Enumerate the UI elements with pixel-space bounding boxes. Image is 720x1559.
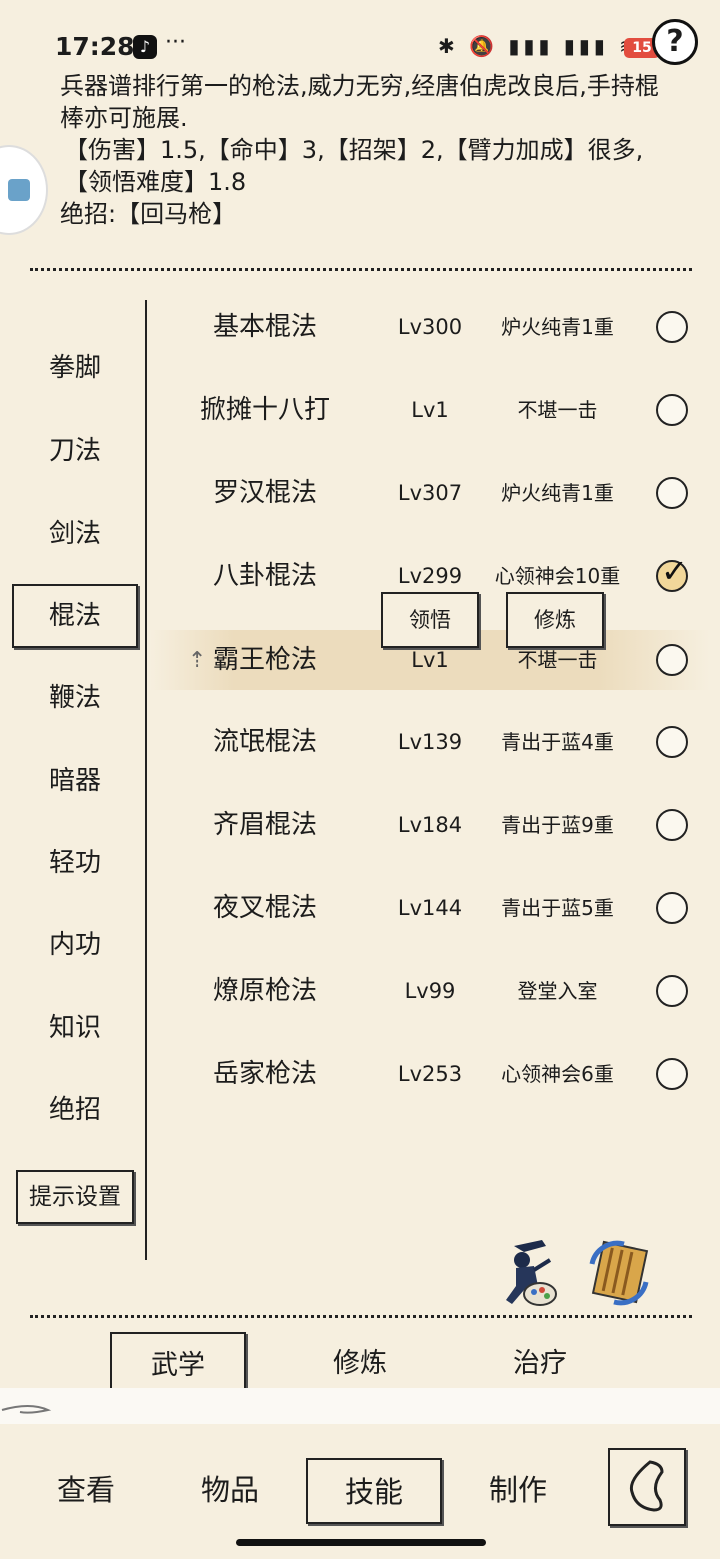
skill-rank: 登堂入室	[517, 979, 598, 1003]
skill-row[interactable]: 基本棍法 Lv300 炉火纯青1重	[150, 297, 710, 357]
skill-checkbox-checked[interactable]	[656, 552, 688, 592]
skill-row[interactable]: 罗汉棍法 Lv307 炉火纯青1重	[150, 463, 710, 523]
status-more-icon: ···	[165, 30, 186, 55]
category-bianfa[interactable]: 鞭法	[20, 668, 130, 728]
skill-name: 夜叉棍法	[212, 893, 317, 923]
skill-checkbox[interactable]	[656, 394, 688, 426]
skill-name: 流氓棍法	[212, 727, 317, 757]
skill-rank: 不堪一击	[517, 398, 598, 422]
skill-name: 燎原枪法	[212, 976, 317, 1006]
app-icon	[8, 179, 30, 201]
subtab-practice[interactable]: 修炼	[292, 1332, 428, 1396]
back-arrow-icon	[629, 1460, 664, 1512]
home-indicator[interactable]	[236, 1539, 486, 1546]
skill-rank: 炉火纯青1重	[501, 481, 614, 505]
subtab-heal[interactable]: 治疗	[472, 1332, 608, 1396]
brush-stroke-decoration	[1, 1405, 52, 1414]
ninja-palette-icon[interactable]	[494, 1238, 560, 1308]
skill-checkbox[interactable]	[656, 726, 688, 758]
skill-level: Lv144	[397, 896, 463, 920]
category-quanjiao[interactable]: 拳脚	[20, 338, 130, 398]
skill-level: Lv300	[397, 315, 463, 339]
category-juezhao[interactable]: 绝招	[20, 1080, 130, 1140]
help-button[interactable]: ?	[652, 19, 698, 65]
skill-checkbox[interactable]	[656, 644, 688, 676]
divider	[30, 268, 692, 271]
skill-name: 基本棍法	[212, 312, 317, 342]
skill-rank: 青出于蓝5重	[501, 896, 614, 920]
skill-name: 罗汉棍法	[212, 478, 317, 508]
tiktok-icon: ♪	[133, 35, 157, 59]
skill-row[interactable]: 掀摊十八打 Lv1 不堪一击	[150, 380, 710, 440]
skill-rank: 青出于蓝9重	[501, 813, 614, 837]
skill-name: 掀摊十八打	[199, 395, 330, 425]
skill-checkbox[interactable]	[656, 892, 688, 924]
skill-level: Lv307	[397, 481, 463, 505]
category-daofa[interactable]: 刀法	[20, 421, 130, 481]
status-time: 17:28	[55, 32, 135, 61]
skill-rank: 炉火纯青1重	[501, 315, 614, 339]
category-qinggong[interactable]: 轻功	[20, 833, 130, 893]
skill-row[interactable]: 燎原枪法 Lv99 登堂入室	[150, 961, 710, 1021]
book-swap-icon[interactable]	[584, 1238, 654, 1308]
skill-checkbox[interactable]	[656, 311, 688, 343]
category-gunfa[interactable]: 棍法	[12, 584, 138, 648]
skill-checkbox[interactable]	[656, 975, 688, 1007]
skill-level: Lv99	[404, 979, 456, 1003]
skill-rank: 心领神会6重	[501, 1062, 614, 1086]
nav-view[interactable]: 查看	[18, 1458, 154, 1524]
divider-strip	[0, 1388, 720, 1424]
floating-app-bubble[interactable]	[0, 145, 48, 235]
skill-rank: 青出于蓝4重	[501, 730, 614, 754]
description-stats: 【伤害】1.5,【命中】3,【招架】2,【臂力加成】很多,【领悟难度】1.8	[64, 136, 644, 196]
status-icons: ✱ 🔕 ▮▮▮ ▮▮▮ ≋	[438, 34, 640, 58]
skill-row[interactable]: 流氓棍法 Lv139 青出于蓝4重	[150, 712, 710, 772]
nav-items[interactable]: 物品	[162, 1458, 298, 1524]
skill-row[interactable]: 岳家枪法 Lv253 心领神会6重	[150, 1044, 710, 1104]
category-jianfa[interactable]: 剑法	[20, 504, 130, 564]
nav-craft[interactable]: 制作	[450, 1458, 586, 1524]
skill-row[interactable]: 夜叉棍法 Lv144 青出于蓝5重	[150, 878, 710, 938]
skill-description: 兵器谱排行第一的枪法,威力无穷,经唐伯虎改良后,手持棍棒亦可施展. 【伤害】1.…	[60, 70, 680, 230]
category-zhishi[interactable]: 知识	[20, 998, 130, 1058]
nav-skills[interactable]: 技能	[306, 1458, 442, 1524]
skill-row[interactable]: 齐眉棍法 Lv184 青出于蓝9重	[150, 795, 710, 855]
category-neigong[interactable]: 内功	[20, 915, 130, 975]
skill-checkbox[interactable]	[656, 809, 688, 841]
skill-level: Lv1	[411, 398, 449, 422]
skill-level: Lv253	[397, 1062, 463, 1086]
hint-settings-button[interactable]: 提示设置	[16, 1170, 134, 1224]
skill-level: Lv184	[397, 813, 463, 837]
divider	[30, 1315, 692, 1318]
skill-name: 霸王枪法	[212, 645, 317, 675]
practice-button[interactable]: 修炼	[506, 592, 604, 648]
skill-name: 岳家枪法	[212, 1059, 317, 1089]
divider-vertical	[145, 300, 147, 1260]
skill-level: Lv139	[397, 730, 463, 754]
skill-name: 八卦棍法	[212, 561, 317, 591]
skill-checkbox[interactable]	[656, 477, 688, 509]
back-button[interactable]	[608, 1448, 686, 1526]
skill-checkbox[interactable]	[656, 1058, 688, 1090]
description-text: 兵器谱排行第一的枪法,威力无穷,经唐伯虎改良后,手持棍棒亦可施展.	[60, 72, 659, 132]
skill-name: 齐眉棍法	[212, 810, 317, 840]
comprehend-button[interactable]: 领悟	[381, 592, 479, 648]
description-ultimate: 绝招:【回马枪】	[60, 200, 237, 228]
category-anqi[interactable]: 暗器	[20, 751, 130, 811]
